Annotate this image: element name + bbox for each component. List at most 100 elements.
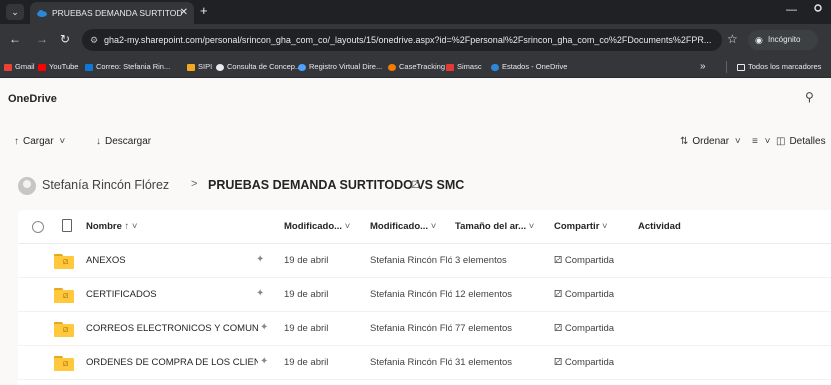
row-name[interactable]: ORDENES DE COMPRA DE LOS CLIENT... [86, 357, 258, 368]
bookmark-sipi[interactable]: SIPI [187, 56, 212, 78]
url-text: gha2-my.sharepoint.com/personal/srincon_… [104, 35, 712, 45]
youtube-icon [38, 63, 46, 71]
onedrive-cloud-icon [491, 63, 499, 71]
back-arrow-icon[interactable]: ← [9, 32, 21, 46]
shared-folder-icon: ⚂ [54, 322, 74, 337]
row-modified: 19 de abril [284, 323, 329, 334]
bookmarks-overflow-button[interactable]: » [700, 56, 706, 78]
bookmark-consulta[interactable]: Consulta de Concep... [216, 56, 301, 78]
row-modified: 19 de abril [284, 357, 329, 368]
file-type-icon[interactable] [62, 219, 72, 232]
address-bar[interactable]: ⚙ gha2-my.sharepoint.com/personal/srinco… [82, 29, 722, 51]
download-button[interactable]: ↓ Descargar [96, 136, 151, 147]
breadcrumb-owner[interactable]: Stefanía Rincón Flórez [42, 178, 169, 192]
tab-search-chevron-icon[interactable]: ⌄ [6, 4, 24, 20]
view-options-button[interactable]: ≡ ˅ [752, 136, 774, 147]
details-pane-icon: ◫ [776, 136, 786, 147]
table-row[interactable]: ⚂ CERTIFICADOS ✦ 19 de abril Stefania Ri… [18, 278, 831, 312]
file-list: Nombre ↑ ˅ Modificado... ˅ Modificado...… [18, 210, 831, 385]
table-row[interactable]: ⚂ ANEXOS ✦ 19 de abril Stefania Rincón F… [18, 244, 831, 278]
row-sharing[interactable]: ⚂ Compartida [554, 357, 614, 368]
bookmarks-divider [726, 61, 727, 73]
column-modified[interactable]: Modificado... ˅ [284, 221, 350, 232]
folder-icon [737, 63, 745, 71]
row-name[interactable]: ANEXOS [86, 255, 246, 266]
avatar [18, 177, 36, 195]
sort-button[interactable]: ⇅ Ordenar ˅ [680, 136, 745, 147]
pin-icon[interactable]: ✦ [260, 356, 268, 367]
shared-folder-icon: ⚂ [54, 356, 74, 371]
bookmark-outlook[interactable]: Correo: Stefania Rin... [85, 56, 170, 78]
row-size: 31 elementos [455, 357, 513, 368]
shared-people-icon: ⚂ [554, 323, 565, 334]
bookmark-casetracking[interactable]: CaseTracking [388, 56, 445, 78]
column-activity[interactable]: Actividad [638, 221, 681, 232]
onedrive-cloud-icon [37, 10, 47, 17]
command-bar: ↑ Cargar ˅ ↓ Descargar ⇅ Ordenar ˅ ≡ ˅ ◫ Det… [0, 118, 831, 164]
chevron-down-icon: ˅ [734, 136, 741, 147]
bookmarks-bar: Gmail YouTube Correo: Stefania Rin... SI… [0, 56, 831, 78]
column-header-row: Nombre ↑ ˅ Modificado... ˅ Modificado...… [18, 210, 831, 244]
row-modified-by: Stefania Rincón Fló [370, 357, 452, 368]
simasc-icon [446, 63, 454, 71]
pin-icon[interactable]: ✦ [256, 254, 264, 265]
shared-people-icon: ⚂ [554, 255, 565, 266]
row-sharing[interactable]: ⚂ Compartida [554, 255, 614, 266]
chevron-down-icon: ˅ [764, 136, 771, 147]
registro-icon [298, 63, 306, 71]
bookmark-gmail[interactable]: Gmail [4, 56, 35, 78]
sort-icon: ⇅ [680, 136, 689, 147]
app-title[interactable]: OneDrive [8, 93, 57, 105]
bookmark-youtube[interactable]: YouTube [38, 56, 78, 78]
tab-close-icon[interactable]: ✕ [180, 2, 188, 24]
new-tab-button[interactable]: + [200, 3, 208, 18]
shared-people-icon: ⚂ [554, 357, 565, 368]
window-close-button[interactable] [814, 4, 823, 16]
app-header: OneDrive ⚲ [0, 78, 831, 118]
column-modified-by[interactable]: Modificado... ˅ [370, 221, 436, 232]
people-icon[interactable]: ⚲ [805, 90, 814, 104]
all-bookmarks-folder[interactable]: Todos los marcadores [737, 56, 821, 78]
minimize-button[interactable]: — [786, 4, 797, 16]
column-name[interactable]: Nombre ↑ ˅ [86, 221, 137, 232]
row-sharing[interactable]: ⚂ Compartida [554, 289, 614, 300]
list-view-icon: ≡ [752, 136, 758, 147]
incognito-badge[interactable]: ◉ Incógnito [748, 30, 818, 50]
bookmark-estados-onedrive[interactable]: Estados - OneDrive [491, 56, 567, 78]
breadcrumb-current-folder[interactable]: PRUEBAS DEMANDA SURTITODO VS SMC [208, 178, 464, 192]
row-sharing[interactable]: ⚂ Compartida [554, 323, 614, 334]
sipi-icon [187, 63, 195, 71]
site-info-icon[interactable]: ⚙ [90, 29, 98, 51]
column-size[interactable]: Tamaño del ar... ˅ [455, 221, 534, 232]
row-size: 12 elementos [455, 289, 513, 300]
bookmark-simasc[interactable]: Simasc [446, 56, 482, 78]
upload-arrow-icon: ↑ [14, 136, 19, 147]
bookmark-registro[interactable]: Registro Virtual Dire... [298, 56, 382, 78]
pin-icon[interactable]: ✦ [256, 288, 264, 299]
bookmark-star-icon[interactable]: ☆ [727, 32, 738, 46]
browser-tab[interactable]: PRUEBAS DEMANDA SURTITOD ✕ [30, 2, 194, 24]
column-sharing[interactable]: Compartir ˅ [554, 221, 608, 232]
row-size: 3 elementos [455, 255, 507, 266]
casetracking-icon [388, 63, 396, 71]
incognito-icon: ◉ [755, 35, 763, 45]
shared-folder-icon: ⚂ [54, 288, 74, 303]
reload-icon[interactable]: ↻ [60, 32, 70, 46]
row-modified-by: Stefania Rincón Fló [370, 323, 452, 334]
shared-people-icon: ⚂ [554, 289, 565, 300]
row-modified-by: Stefania Rincón Fló [370, 255, 452, 266]
pin-icon[interactable]: ✦ [260, 322, 268, 333]
row-size: 77 elementos [455, 323, 513, 334]
table-row[interactable]: ⚂ CORREOS ELECTRONICOS Y COMUNIC... ✦ 19… [18, 312, 831, 346]
breadcrumb-separator: > [191, 178, 198, 190]
tab-strip: ⌄ PRUEBAS DEMANDA SURTITOD ✕ + — [0, 0, 831, 24]
row-modified: 19 de abril [284, 289, 329, 300]
select-all-checkbox[interactable] [32, 221, 44, 233]
incognito-label: Incógnito [768, 35, 801, 44]
upload-button[interactable]: ↑ Cargar ˅ [14, 136, 69, 147]
table-row[interactable]: ⚂ ORDENES DE COMPRA DE LOS CLIENT... ✦ 1… [18, 346, 831, 380]
row-name[interactable]: CERTIFICADOS [86, 289, 246, 300]
details-button[interactable]: ◫ Detalles [776, 136, 826, 147]
row-name[interactable]: CORREOS ELECTRONICOS Y COMUNIC... [86, 323, 258, 334]
forward-arrow-icon[interactable]: → [36, 32, 48, 46]
